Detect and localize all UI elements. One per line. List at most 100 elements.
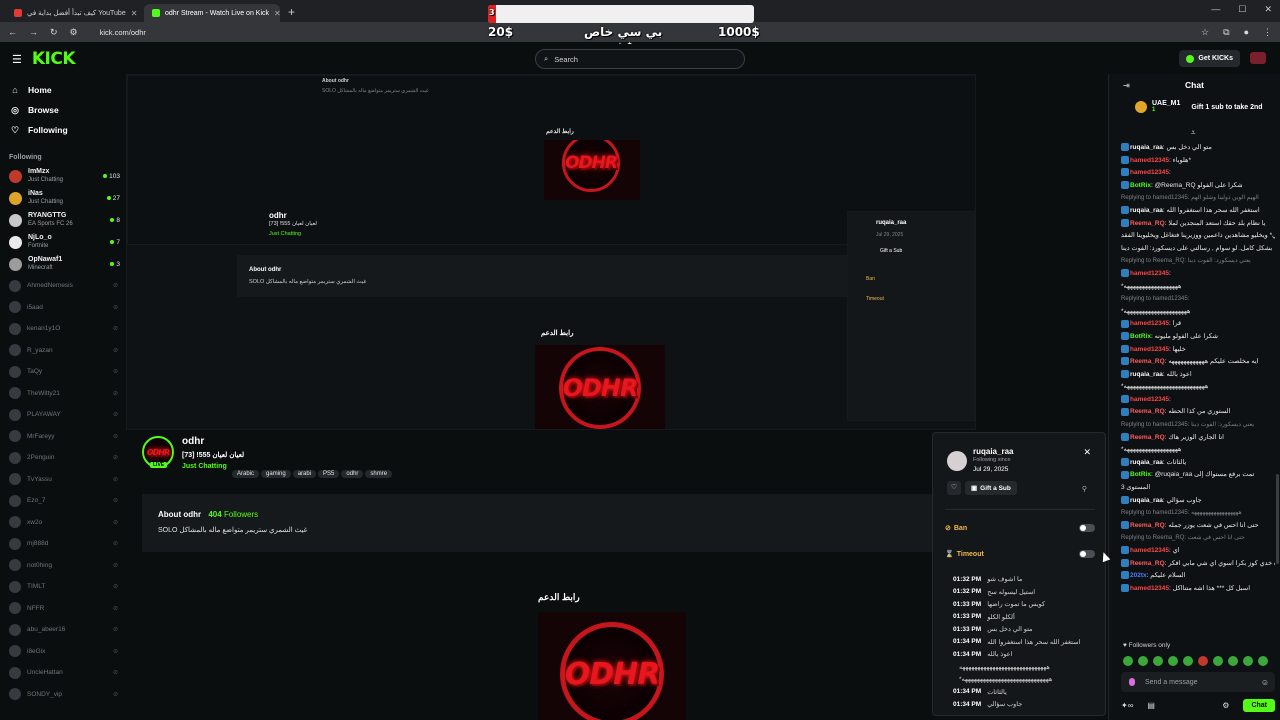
sidebar-item-offline[interactable]: xw2o ⊘ (0, 512, 126, 534)
tag-chip[interactable]: shmre (365, 470, 393, 478)
sidebar-item-offline[interactable]: SONDY_vip ⊘ (0, 684, 126, 706)
emote-icon[interactable] (1198, 656, 1208, 666)
chat-username[interactable]: Reema_RQ (1130, 434, 1165, 441)
user-card-username[interactable]: ruqaia_raa (973, 447, 1013, 456)
sidebar-item-offline[interactable]: PLAYAWAY ⊘ (0, 404, 126, 426)
chat-username[interactable]: hamed12345 (1130, 320, 1169, 327)
emote-icon[interactable] (1153, 656, 1163, 666)
chat-message[interactable]: hamed12345: (1121, 167, 1275, 180)
emote-icon[interactable] (1228, 656, 1238, 666)
chat-username[interactable]: hamed12345 (1130, 157, 1169, 164)
chat-username[interactable]: ruqaia_raa (1130, 371, 1163, 378)
kick-logo[interactable]: KICK (32, 49, 76, 69)
emote-icon[interactable] (1168, 656, 1178, 666)
search-input[interactable]: ⌕ Search (535, 49, 745, 69)
sidebar-item-offline[interactable]: AhmedNemesis ⊘ (0, 275, 126, 297)
chat-message[interactable]: Replying to Reema_RQ: يعني ديسكورد: الفو… (1121, 255, 1275, 268)
get-kicks-button[interactable]: Get KICKs (1179, 50, 1240, 67)
chat-message[interactable]: ruqaia_raa: اعوذ بالله (1121, 369, 1275, 382)
sidebar-item-offline[interactable]: TheWitty21 ⊘ (0, 383, 126, 405)
pin-icon[interactable]: ⚲ (1082, 485, 1087, 493)
close-tab-icon[interactable]: ✕ (274, 9, 280, 18)
pinned-chevron-icon[interactable]: ⩡ (1191, 128, 1196, 138)
chat-message-input[interactable]: Send a message ☺ (1121, 672, 1275, 692)
emote-icon[interactable] (1138, 656, 1148, 666)
chat-message[interactable]: Reema_RQ: الستوري من كذا الحطه (1121, 406, 1275, 419)
chat-username[interactable]: hamed12345 (1130, 585, 1169, 592)
chat-message[interactable]: hamed12345: اي (1121, 545, 1275, 558)
user-avatar[interactable] (1250, 52, 1266, 64)
chat-message[interactable]: حقي* ويخليو مشاهدين داعمين ووزيرينا فتغا… (1121, 230, 1275, 243)
tag-chip[interactable]: odhr (341, 470, 364, 478)
emote-icon[interactable] (1183, 656, 1193, 666)
gift-sub-button[interactable]: ▣ Gift a Sub (965, 481, 1017, 495)
emote-icon[interactable] (1123, 656, 1133, 666)
tag-chip[interactable]: PS5 (318, 470, 340, 478)
chat-username[interactable]: Reema_RQ (1130, 408, 1165, 415)
sidebar-item-offline[interactable]: mj888d ⊘ (0, 533, 126, 555)
chat-message[interactable]: BotRix: شكرا على الفولو مليونه (1121, 331, 1275, 344)
sidebar-item-immzx[interactable]: ImMzx Just Chatting 103 (0, 165, 126, 187)
new-tab-icon[interactable]: + (288, 5, 295, 19)
chat-username[interactable]: hamed12345 (1130, 346, 1169, 353)
channel-name[interactable]: odhr (182, 436, 204, 447)
chat-message[interactable]: Replying to hamed12345: (1121, 293, 1275, 306)
forward-icon[interactable]: → (29, 27, 38, 37)
sidebar-item-offline[interactable]: 2Penguin ⊘ (0, 447, 126, 469)
sidebar-item-opnawaf1[interactable]: OpNawaf1 Minecraft 3 (0, 253, 126, 275)
chat-username[interactable]: hamed12345 (1130, 396, 1169, 403)
chat-message[interactable]: Replying to Reema_RQ: حتى انا احس في شعت (1121, 532, 1275, 545)
chat-message[interactable]: بشكل كامل. لو سوام , رسالتي على ديسكورد:… (1121, 243, 1275, 256)
menu-dots-icon[interactable]: ⋮ (1263, 27, 1272, 38)
back-icon[interactable]: ← (8, 27, 17, 37)
emote-icon[interactable] (1258, 656, 1268, 666)
close-tab-icon[interactable]: ✕ (131, 9, 138, 18)
chat-username[interactable]: 202tx (1130, 572, 1147, 579)
chat-message[interactable]: hamed12345: خليها (1121, 344, 1275, 357)
collapse-chat-icon[interactable]: ⇥ (1123, 81, 1130, 90)
chat-username[interactable]: BotRix (1130, 471, 1151, 478)
chat-username[interactable]: BotRix (1130, 182, 1151, 189)
chat-message[interactable]: ruqaia_raa: استغفر الله سحر هذا استغفروا… (1121, 205, 1275, 218)
sidebar-item-offline[interactable]: MrFareyy ⊘ (0, 426, 126, 448)
chat-username[interactable]: ruqaia_raa (1130, 497, 1163, 504)
emote-icon[interactable] (1243, 656, 1253, 666)
chat-message[interactable]: *ههههههههههههههههههه (1121, 281, 1275, 294)
chat-username[interactable]: hamed12345 (1130, 169, 1169, 176)
sidebar-item-offline[interactable]: i5aad ⊘ (0, 297, 126, 319)
emote-icon[interactable] (1213, 656, 1223, 666)
chat-message[interactable]: Replying to hamed12345: يعني ديسكورد: ال… (1121, 419, 1275, 432)
chat-username[interactable]: Reema_RQ (1130, 358, 1165, 365)
gift-box-icon[interactable]: ▤ (1147, 701, 1155, 710)
minimize-icon[interactable]: — (1211, 4, 1220, 15)
category-link[interactable]: Just Chatting (182, 463, 227, 470)
reload-icon[interactable]: ↻ (50, 27, 58, 38)
profile-icon[interactable]: ● (1244, 27, 1249, 38)
nav-home[interactable]: ⌂ Home (0, 80, 126, 100)
sidebar-item-offline[interactable]: not0hing ⊘ (0, 555, 126, 577)
chat-message[interactable]: hamed12345: (1121, 394, 1275, 407)
sidebar-item-offline[interactable]: abu_abeer16 ⊘ (0, 619, 126, 641)
chat-username[interactable]: ruqaia_raa (1130, 144, 1163, 151)
sidebar-item-offline[interactable]: R_yazan ⊘ (0, 340, 126, 362)
sidebar-item-inas[interactable]: iNas Just Chatting 27 (0, 187, 126, 209)
tag-chip[interactable]: arabi (292, 470, 317, 478)
close-window-icon[interactable]: ✕ (1264, 4, 1272, 15)
nav-following[interactable]: ♡ Following (0, 120, 126, 140)
chat-username[interactable]: hamed12345 (1130, 270, 1169, 277)
chat-message[interactable]: BotRix: @Reema_RQ شكرا على الفولو (1121, 180, 1275, 193)
chat-message[interactable]: hamed12345: (1121, 268, 1275, 281)
chat-username[interactable]: Reema_RQ (1130, 522, 1165, 529)
sidebar-item-njlo_o[interactable]: NjLo_o Fortnite 7 (0, 231, 126, 253)
chat-message[interactable]: ruqaia_raa: يالثاثات (1121, 457, 1275, 470)
chat-message[interactable]: Reema_RQ: يا نظام بلد حقك استعد المنجدين… (1121, 218, 1275, 231)
chat-message[interactable]: Replying to hamed12345: الهيم الوين ذولي… (1121, 192, 1275, 205)
chat-message[interactable]: Reema_RQ: حتى انا احس في شعت يوزر جمله (1121, 520, 1275, 533)
gift-leaderboard[interactable]: UAE_M1 1 Gift 1 sub to take 2nd (1109, 96, 1280, 118)
sidebar-item-ryangttg[interactable]: RYANGTTG EA Sports FC 26 8 (0, 209, 126, 231)
sidebar-item-offline[interactable]: NFFR ⊘ (0, 598, 126, 620)
chat-message[interactable]: Replying to hamed12345: هههههههههههههههه… (1121, 507, 1275, 520)
chat-message[interactable]: *هههههههههههههههههههههههههههه (1121, 381, 1275, 394)
nav-browse[interactable]: ◎ Browse (0, 100, 126, 120)
chat-message[interactable]: hamed12345: اسبل كل *** هذا اشه متنااكل (1121, 583, 1275, 596)
